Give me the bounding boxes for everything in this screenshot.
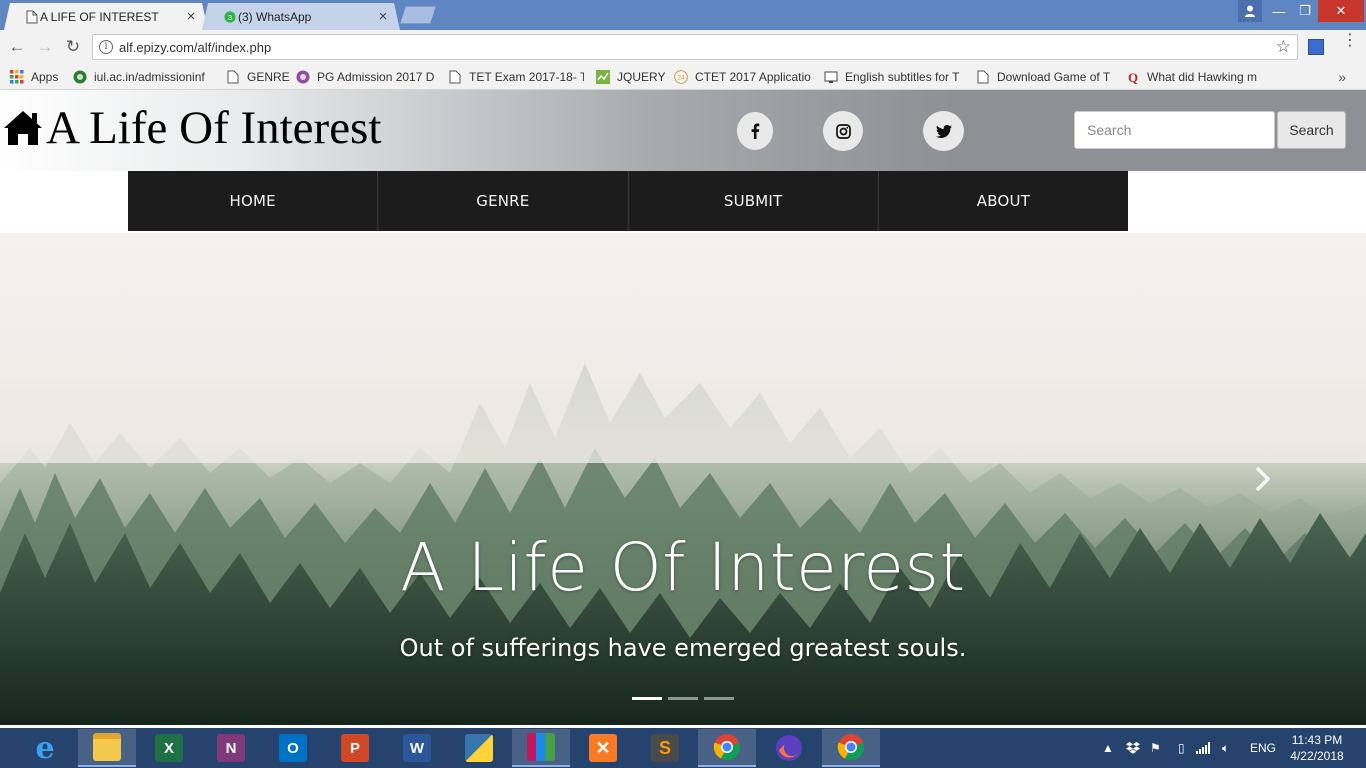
emblem-icon (296, 70, 310, 83)
file-explorer-icon[interactable] (78, 729, 136, 767)
clock-time: 11:43 PM (1291, 733, 1343, 747)
address-bar[interactable]: i alf.epizy.com/alf/index.php ☆ (92, 34, 1298, 60)
restore-icon[interactable]: ❐ (1292, 0, 1318, 22)
tab-whatsapp[interactable]: 3 (3) WhatsApp × (202, 3, 400, 30)
xampp-icon[interactable]: ✕ (574, 729, 632, 767)
firefox-icon[interactable] (760, 729, 818, 767)
apps-grid-icon (10, 69, 24, 83)
volume-icon[interactable]: 🔈︎ (1222, 728, 1229, 768)
bookmark-apps[interactable]: Apps (10, 68, 58, 85)
bookmark-item[interactable]: GENRE (226, 68, 290, 85)
extension-icon[interactable] (1308, 39, 1324, 55)
action-center-flag-icon[interactable]: ⚑ (1150, 728, 1161, 768)
system-clock[interactable]: 11:43 PM 4/22/2018 (1282, 732, 1352, 764)
twitter-icon[interactable] (923, 111, 964, 151)
phone-icon[interactable]: ▯ (1178, 728, 1185, 768)
hero-carousel: A Life Of Interest Out of sufferings hav… (0, 233, 1366, 725)
search-input[interactable] (1074, 111, 1275, 149)
dropbox-icon[interactable] (1126, 728, 1140, 768)
browser-menu-icon[interactable]: ⋮ (1342, 33, 1358, 54)
bookmark-item[interactable]: JQUERY (596, 68, 665, 85)
back-icon[interactable]: ← (6, 36, 28, 58)
clock-date: 4/22/2018 (1290, 749, 1344, 763)
excel-icon[interactable]: X (140, 729, 198, 767)
onenote-icon[interactable]: N (202, 729, 260, 767)
svg-text:24: 24 (677, 74, 685, 81)
python-icon[interactable] (450, 729, 508, 767)
home-icon (4, 111, 42, 145)
tab-strip: A LIFE OF INTEREST × 3 (3) WhatsApp × — … (0, 0, 1366, 30)
search-button[interactable]: Search (1277, 111, 1346, 149)
new-tab-button[interactable] (400, 6, 436, 24)
carousel-indicators (632, 697, 734, 700)
sublime-text-icon[interactable]: S (636, 729, 694, 767)
chrome-icon[interactable] (822, 729, 880, 767)
chrome-icon[interactable] (698, 729, 756, 767)
facebook-icon[interactable] (737, 112, 773, 150)
minimize-icon[interactable]: — (1266, 0, 1292, 22)
page-icon (26, 10, 38, 24)
carousel-next-icon[interactable] (1252, 465, 1274, 493)
url-text: alf.epizy.com/alf/index.php (119, 40, 272, 55)
svg-text:3: 3 (228, 13, 232, 22)
bookmark-item[interactable]: Download Game of T (976, 68, 1112, 85)
nav-genre[interactable]: GENRE (378, 171, 629, 231)
close-window-icon[interactable]: ✕ (1318, 0, 1364, 22)
profile-icon[interactable] (1238, 0, 1262, 22)
emblem-icon (73, 70, 87, 83)
page-icon (977, 70, 989, 83)
nav-submit[interactable]: SUBMIT (629, 171, 879, 231)
bookmark-item[interactable]: TET Exam 2017-18- T (448, 68, 584, 85)
windows-taskbar: e X N O P W ✕ S ▲ ⚑ ▯ 🔈︎ ENG 11:43 PM 4/… (0, 728, 1366, 768)
bookmark-item[interactable]: English subtitles for T (824, 68, 964, 85)
instagram-icon[interactable] (823, 111, 863, 151)
monitor-icon (824, 71, 838, 83)
outlook-icon[interactable]: O (264, 729, 322, 767)
bookmarks-bar: Apps iul.ac.in/admissioninf GENRE PG Adm… (0, 63, 1366, 90)
badge-24-icon: 24 (674, 69, 688, 84)
nav-home[interactable]: HOME (128, 171, 379, 231)
browser-toolbar: ← → ↻ i alf.epizy.com/alf/index.php ☆ ⋮ (0, 30, 1366, 63)
tab-title: (3) WhatsApp (238, 9, 312, 24)
network-icon[interactable] (1196, 728, 1210, 768)
svg-text:Q: Q (1128, 70, 1138, 84)
site-logo[interactable]: A Life Of Interest (2, 102, 381, 154)
page-icon (227, 70, 239, 83)
bookmark-item[interactable]: 24 CTET 2017 Applicatio (674, 68, 814, 85)
internet-explorer-icon[interactable]: e (16, 729, 74, 767)
bookmarks-overflow-icon[interactable]: » (1338, 69, 1346, 85)
nav-about[interactable]: ABOUT (879, 171, 1128, 231)
tab-close-icon[interactable]: × (376, 8, 390, 25)
tab-active[interactable]: A LIFE OF INTEREST × (4, 3, 208, 30)
bookmark-item[interactable]: Q What did Hawking m (1126, 68, 1262, 85)
whatsapp-icon: 3 (224, 10, 236, 24)
show-hidden-icons-icon[interactable]: ▲ (1102, 728, 1114, 768)
chart-icon (596, 69, 610, 84)
quora-icon: Q (1128, 70, 1138, 84)
main-navigation: HOME GENRE SUBMIT ABOUT (128, 171, 1128, 231)
bookmark-item[interactable]: PG Admission 2017 D (296, 68, 436, 85)
hero-subtitle: Out of sufferings have emerged greatest … (399, 634, 967, 662)
reload-icon[interactable]: ↻ (62, 36, 84, 58)
hero-title: A Life Of Interest (400, 529, 966, 606)
powerpoint-icon[interactable]: P (326, 729, 384, 767)
forward-icon[interactable]: → (34, 36, 56, 58)
site-info-icon[interactable]: i (99, 40, 113, 54)
carousel-indicator[interactable] (704, 697, 734, 700)
word-icon[interactable]: W (388, 729, 446, 767)
bookmark-star-icon[interactable]: ☆ (1276, 37, 1291, 57)
site-title: A Life Of Interest (46, 102, 382, 154)
tab-title: A LIFE OF INTEREST (40, 9, 159, 24)
site-header: A Life Of Interest Search (0, 90, 1366, 171)
carousel-indicator[interactable] (632, 697, 662, 700)
winrar-icon[interactable] (512, 729, 570, 767)
tab-close-icon[interactable]: × (184, 8, 198, 25)
bookmark-item[interactable]: iul.ac.in/admissioninf (73, 68, 213, 85)
language-indicator[interactable]: ENG (1250, 728, 1276, 768)
carousel-indicator[interactable] (668, 697, 698, 700)
page-icon (449, 70, 461, 83)
